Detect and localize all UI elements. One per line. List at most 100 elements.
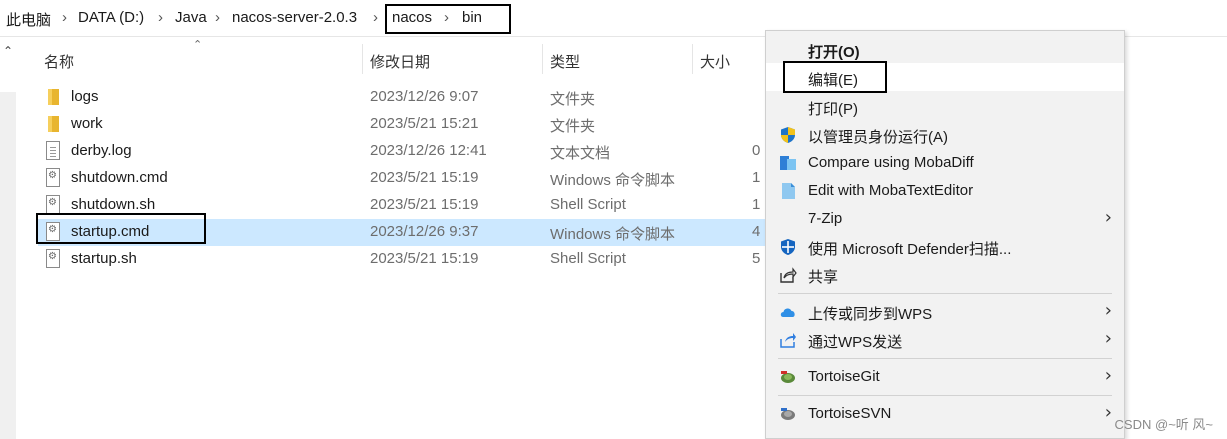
menu-separator [778, 293, 1112, 294]
menu-item-mobatexteditor[interactable]: Edit with MobaTextEditor [766, 176, 1124, 204]
submenu-arrow-icon: › [1104, 328, 1112, 349]
file-size: 5 [752, 250, 761, 267]
file-row-logs[interactable]: logs 2023/12/26 9:07 文件夹 [38, 84, 765, 111]
column-header-name[interactable]: 名称 [44, 51, 74, 72]
submenu-arrow-icon: › [1104, 207, 1112, 228]
file-row-derby-log[interactable]: derby.log 2023/12/26 12:41 文本文档 0 [38, 138, 765, 165]
folder-icon [48, 89, 59, 105]
file-row-shutdown-cmd[interactable]: shutdown.cmd 2023/5/21 15:19 Windows 命令脚… [38, 165, 765, 192]
share-icon [780, 267, 797, 283]
menu-item-mobadiff[interactable]: Compare using MobaDiff [766, 148, 1124, 176]
menu-item-label: 通过WPS发送 [808, 334, 903, 351]
wps-cloud-icon [780, 308, 795, 317]
menu-item-run-as-admin[interactable]: 以管理员身份运行(A) [766, 120, 1124, 148]
file-size: 0 [752, 142, 761, 159]
menu-item-7zip[interactable]: 7-Zip › [766, 204, 1124, 232]
file-name: derby.log [71, 142, 132, 159]
highlight-box-edit [783, 61, 887, 93]
menu-item-tortoisesvn[interactable]: TortoiseSVN › [766, 399, 1124, 427]
file-type: Windows 命令脚本 [550, 172, 676, 189]
menu-item-label: 以管理员身份运行(A) [808, 129, 948, 146]
submenu-arrow-icon: › [1104, 365, 1112, 386]
file-date: 2023/5/21 15:19 [370, 169, 479, 186]
folder-icon [48, 116, 59, 132]
text-file-icon [46, 141, 60, 160]
file-name: work [71, 115, 103, 132]
uac-shield-icon [781, 127, 795, 143]
script-file-icon [46, 168, 60, 187]
wps-send-icon [780, 333, 796, 348]
file-name: shutdown.sh [71, 196, 156, 213]
file-type: Shell Script [550, 250, 626, 267]
file-row-work[interactable]: work 2023/5/21 15:21 文件夹 [38, 111, 765, 138]
menu-item-wps-send[interactable]: 通过WPS发送 › [766, 325, 1124, 353]
menu-item-share[interactable]: 共享 [766, 260, 1124, 288]
submenu-arrow-icon: › [1104, 300, 1112, 321]
file-size: 4 [752, 223, 761, 240]
file-size: 1 [752, 196, 761, 213]
menu-item-label: Edit with MobaTextEditor [808, 182, 974, 199]
submenu-arrow-icon: › [1104, 402, 1112, 423]
menu-item-label: 打开(O) [808, 44, 860, 61]
watermark-text: CSDN @~听 风~ [1114, 417, 1213, 432]
context-menu: 打开(O) 编辑(E) 打印(P) 以管理员身份运行(A) Compare us… [765, 30, 1125, 439]
column-header-size[interactable]: 大小 [700, 51, 730, 72]
file-name: logs [71, 88, 99, 105]
defender-shield-icon [781, 239, 795, 255]
column-header-date[interactable]: 修改日期 [370, 51, 430, 72]
menu-item-label: 上传或同步到WPS [808, 306, 933, 323]
file-date: 2023/5/21 15:19 [370, 250, 479, 267]
breadcrumb-java[interactable]: Java [175, 9, 207, 26]
menu-item-label: 打印(P) [808, 101, 858, 118]
breadcrumb-nacos-server[interactable]: nacos-server-2.0.3 [232, 9, 357, 26]
breadcrumb-this-pc[interactable]: 此电脑 [6, 9, 51, 30]
script-file-icon [46, 195, 60, 214]
file-date: 2023/5/21 15:19 [370, 196, 479, 213]
highlight-box-path [385, 4, 511, 34]
mobadiff-icon [780, 156, 796, 170]
file-type: 文件夹 [550, 118, 596, 135]
breadcrumb-separator: › [158, 9, 163, 26]
file-name: shutdown.cmd [71, 169, 168, 186]
menu-item-label: 7-Zip [808, 210, 843, 227]
breadcrumb-separator: › [373, 9, 378, 26]
scrollbar-track[interactable] [0, 92, 16, 439]
file-size: 1 [752, 169, 761, 186]
mobatexteditor-icon [782, 183, 795, 199]
scroll-up-button[interactable]: ⌃ [0, 44, 16, 68]
menu-item-print[interactable]: 打印(P) [766, 92, 1124, 120]
script-file-icon [46, 249, 60, 268]
menu-item-label: 使用 Microsoft Defender扫描... [808, 241, 1012, 258]
column-divider[interactable] [542, 44, 543, 74]
menu-item-wps-upload[interactable]: 上传或同步到WPS › [766, 297, 1124, 325]
menu-separator [778, 358, 1112, 359]
file-type: 文本文档 [550, 145, 611, 162]
highlight-box-startup [36, 213, 206, 244]
breadcrumb-separator: › [62, 9, 67, 26]
file-type: 文件夹 [550, 91, 596, 108]
breadcrumb-separator: › [215, 9, 220, 26]
menu-item-tortoisegit[interactable]: TortoiseGit › [766, 362, 1124, 390]
menu-item-defender[interactable]: 使用 Microsoft Defender扫描... [766, 232, 1124, 260]
menu-separator [778, 395, 1112, 396]
file-type: Windows 命令脚本 [550, 226, 676, 243]
menu-item-label: Compare using MobaDiff [808, 154, 974, 171]
menu-item-open[interactable]: 打开(O) [766, 35, 1124, 63]
file-type: Shell Script [550, 196, 626, 213]
column-divider[interactable] [362, 44, 363, 74]
file-date: 2023/5/21 15:21 [370, 115, 479, 132]
sort-ascending-icon: ⌃ [193, 39, 203, 51]
menu-item-label: 共享 [808, 269, 839, 286]
file-date: 2023/12/26 9:07 [370, 88, 479, 105]
breadcrumb-drive[interactable]: DATA (D:) [78, 9, 144, 26]
tortoisesvn-icon [781, 408, 795, 420]
file-name: startup.sh [71, 250, 137, 267]
tortoisegit-icon [781, 371, 795, 383]
file-date: 2023/12/26 9:37 [370, 223, 479, 240]
file-row-startup-sh[interactable]: startup.sh 2023/5/21 15:19 Shell Script … [38, 246, 765, 273]
column-header-type[interactable]: 类型 [550, 51, 580, 72]
file-date: 2023/12/26 12:41 [370, 142, 487, 159]
menu-item-label: TortoiseGit [808, 368, 880, 385]
column-divider[interactable] [692, 44, 693, 74]
menu-item-label: TortoiseSVN [808, 405, 892, 422]
